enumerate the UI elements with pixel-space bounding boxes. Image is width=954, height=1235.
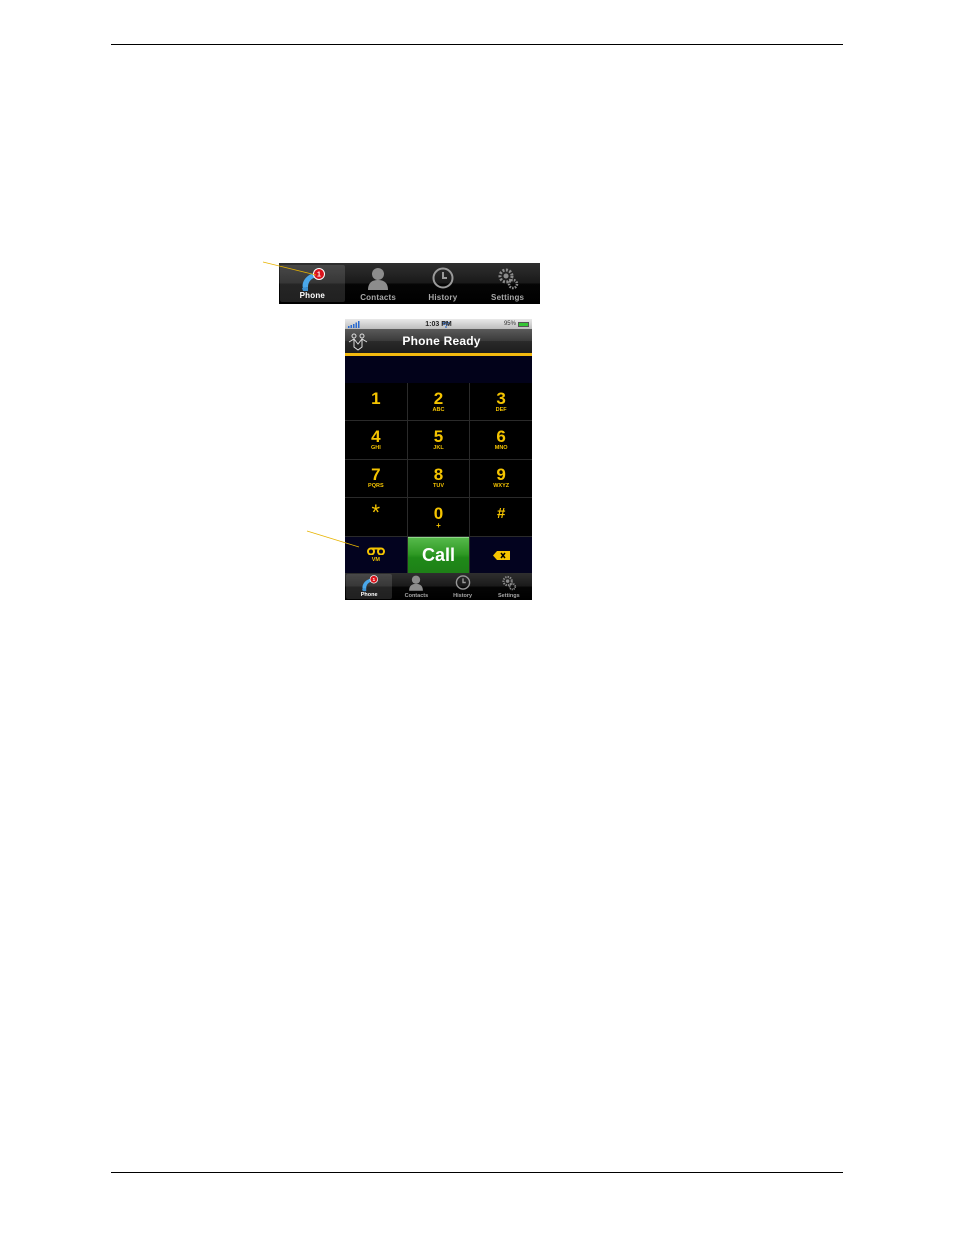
key-letters: DEF — [495, 406, 507, 413]
clock-icon — [432, 267, 454, 289]
tab-settings[interactable]: Settings — [486, 573, 532, 600]
key-5[interactable]: 5 JKL — [407, 421, 470, 459]
tab-phone[interactable]: 1 Phone — [280, 265, 345, 302]
tab-contacts[interactable]: Contacts — [393, 573, 439, 600]
call-label: Call — [421, 545, 455, 566]
phone-screenshot: 1:03 PM 95% Phone Ready 1 2 ABC 3 DEF 4 GHI… — [345, 319, 532, 600]
phone-tab-bar: 1 Phone Contacts History Settings — [345, 573, 532, 600]
key-2[interactable]: 2 ABC — [407, 383, 470, 421]
people-logo-icon[interactable] — [348, 333, 368, 351]
tab-label: History — [453, 593, 473, 599]
key-0[interactable]: 0 + — [407, 498, 470, 536]
key-8[interactable]: 8 TUV — [407, 459, 470, 498]
key-6[interactable]: 6 MNO — [470, 421, 532, 459]
tab-bar-callout: 1 Phone Contacts History Settings — [279, 263, 540, 304]
clock-icon — [455, 575, 470, 590]
voicemail-button[interactable]: VM — [345, 536, 407, 574]
voicemail-icon — [366, 547, 385, 555]
tab-phone[interactable]: 1 Phone — [346, 574, 393, 599]
tab-label: Contacts — [360, 293, 397, 302]
key-star[interactable]: * — [345, 498, 407, 536]
key-letters: GHI — [370, 445, 381, 452]
key-letters: + — [436, 520, 441, 530]
key-letters: MNO — [494, 445, 508, 452]
key-4[interactable]: 4 GHI — [345, 421, 407, 459]
key-digit: 0 — [433, 503, 444, 523]
person-icon — [409, 575, 424, 591]
key-7[interactable]: 7 PQRS — [345, 459, 407, 498]
tab-label: Contacts — [404, 593, 429, 599]
key-3[interactable]: 3 DEF — [470, 383, 532, 421]
dial-keypad: 1 2 ABC 3 DEF 4 GHI 5 JKL 6 MNO 7 PQRS 8 TUV 9W… — [345, 383, 532, 574]
key-digit: 7 — [371, 465, 381, 485]
delete-button[interactable] — [470, 536, 532, 574]
tab-history[interactable]: History — [440, 573, 486, 600]
key-digit: 2 — [433, 388, 444, 408]
key-digit: * — [371, 500, 381, 526]
key-letters: PQRS — [368, 483, 384, 490]
key-digit: 4 — [371, 427, 381, 447]
status-bar: 1:03 PM 95% — [345, 319, 532, 329]
tab-history[interactable]: History — [411, 263, 476, 304]
nav-bar: Phone Ready — [345, 329, 532, 356]
tab-label: Phone — [360, 592, 378, 598]
callout-lines — [262, 261, 360, 548]
key-letters: JKL — [433, 445, 444, 452]
phone-handset-icon: 1 — [302, 268, 326, 291]
tab-contacts[interactable]: Contacts — [346, 263, 411, 304]
person-icon — [368, 268, 389, 290]
header-rule — [111, 44, 843, 45]
badge-count: 1 — [373, 577, 376, 583]
key-digit: 3 — [496, 388, 506, 408]
battery-icon — [517, 321, 529, 327]
tab-label: History — [428, 293, 458, 302]
tab-label: Settings — [498, 593, 520, 599]
gears-icon — [498, 268, 518, 290]
tab-settings[interactable]: Settings — [475, 263, 540, 304]
key-digit: 5 — [433, 427, 444, 447]
key-9[interactable]: 9 WXYZ — [470, 459, 532, 498]
backspace-icon — [492, 550, 510, 560]
footer-rule — [111, 1172, 843, 1173]
badge-count: 1 — [317, 272, 321, 279]
call-button[interactable]: Call — [407, 536, 470, 574]
status-time: 1:03 PM — [425, 320, 452, 328]
key-1[interactable]: 1 — [345, 383, 407, 421]
key-digit: 1 — [371, 388, 381, 408]
phone-handset-icon: 1 — [362, 575, 379, 592]
key-digit: # — [496, 504, 506, 522]
tab-label: Settings — [491, 293, 525, 302]
voicemail-label: VM — [371, 556, 380, 563]
number-display — [345, 356, 532, 383]
tab-label: Phone — [299, 291, 326, 300]
key-hash[interactable]: # — [470, 498, 532, 536]
gears-icon — [502, 575, 516, 591]
key-digit: 8 — [433, 465, 444, 485]
key-letters: TUV — [432, 483, 444, 490]
key-digit: 6 — [496, 427, 506, 447]
page-title: Phone Ready — [402, 334, 481, 348]
key-digit: 9 — [496, 465, 506, 485]
key-letters: ABC — [432, 406, 445, 413]
key-letters: WXYZ — [493, 483, 510, 490]
